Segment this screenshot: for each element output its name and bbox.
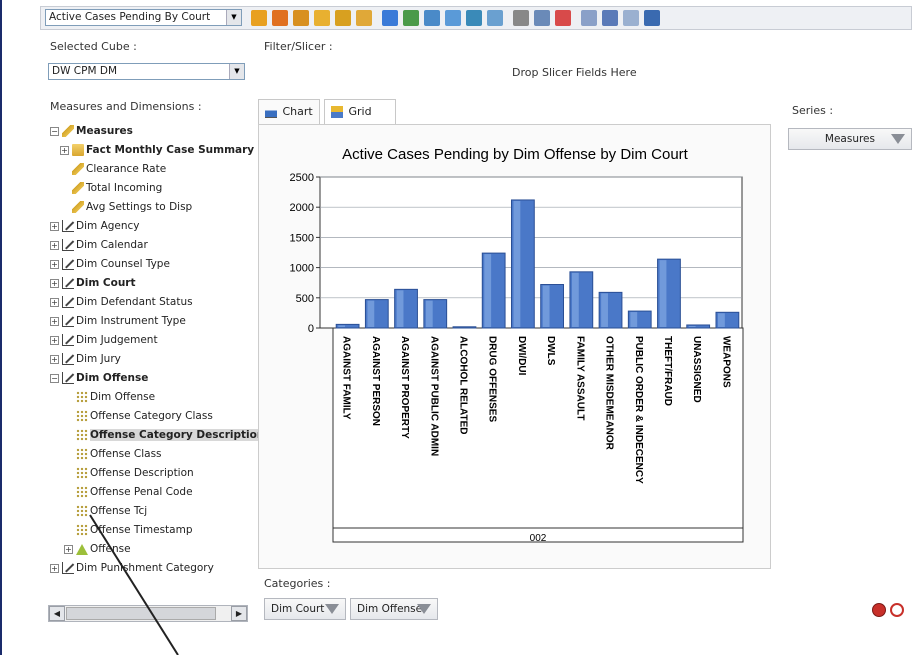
annotation-arrow: [89, 514, 179, 655]
